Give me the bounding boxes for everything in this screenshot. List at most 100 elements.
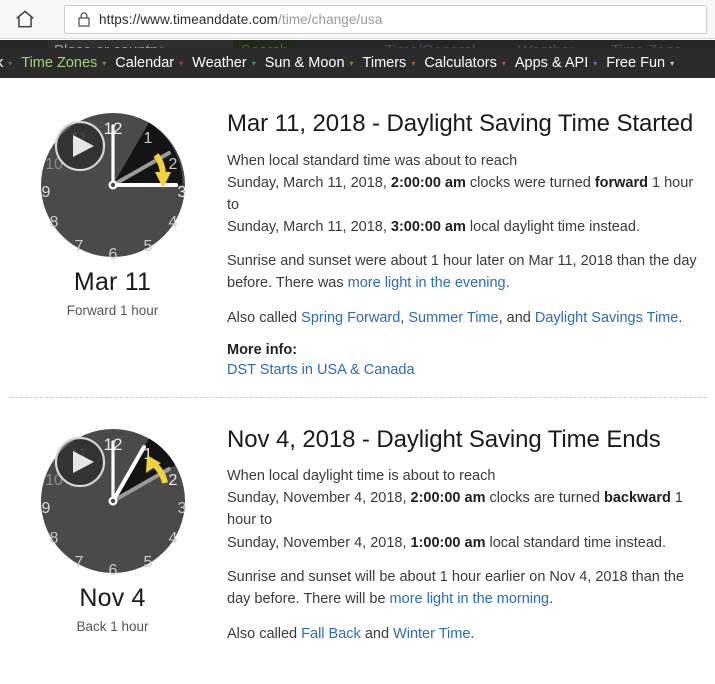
change-time-before: 2:00:00 am bbox=[410, 490, 486, 507]
browser-toolbar: https://www.timeanddate.com/time/change/… bbox=[0, 0, 715, 39]
chevron-down-icon[interactable]: ▾ bbox=[502, 60, 506, 68]
change-line-3-a: Sunday, November 4, 2018, bbox=[227, 534, 411, 551]
change-line-1: When local daylight time is about to rea… bbox=[227, 468, 496, 485]
clock-date-label: Nov 4 bbox=[79, 583, 146, 612]
nav-item-sun-moon[interactable]: Sun & Moon ▾ bbox=[265, 55, 354, 71]
nav-item-timers[interactable]: Timers ▾ bbox=[363, 55, 416, 71]
event-text-column: Mar 11, 2018 - Daylight Saving Time Star… bbox=[225, 82, 715, 379]
svg-text:6: 6 bbox=[108, 562, 117, 576]
nav-item-label: Time Zones bbox=[21, 55, 98, 71]
svg-text:2: 2 bbox=[168, 472, 177, 489]
nav-item-calculators[interactable]: Calculators ▾ bbox=[424, 55, 506, 71]
change-line-2-a: Sunday, March 11, 2018, bbox=[227, 174, 391, 191]
sunrise-period: . bbox=[549, 590, 554, 607]
sunrise-period: . bbox=[505, 274, 510, 291]
nav-item-free-fun[interactable]: Free Fun ▾ bbox=[606, 55, 674, 71]
link-alias-2[interactable]: Winter Time bbox=[393, 626, 470, 642]
svg-text:8: 8 bbox=[49, 530, 58, 547]
clock-date-label: Mar 11 bbox=[73, 268, 152, 296]
nav-item-label: k bbox=[0, 55, 8, 71]
dst-event-start: 12 1 2 3 4 5 6 7 8 9 10 11 bbox=[0, 82, 715, 379]
nav-item-time-zones[interactable]: Time Zones ▾ bbox=[21, 55, 106, 71]
url-path: /time/change/usa bbox=[278, 12, 383, 27]
aliases-period: . bbox=[678, 309, 683, 326]
nav-item-label: Timers bbox=[362, 55, 407, 71]
link-alias-1[interactable]: Spring Forward bbox=[301, 310, 400, 326]
svg-text:1: 1 bbox=[143, 130, 152, 147]
event-paragraph-aliases: Also called Spring Forward, Summer Time,… bbox=[227, 307, 703, 329]
url-host: https://www.timeanddate.com bbox=[99, 12, 279, 27]
svg-text:6: 6 bbox=[108, 246, 117, 260]
link-more-info[interactable]: DST Starts in USA & Canada bbox=[227, 362, 415, 378]
nav-item-k[interactable]: k▾ bbox=[0, 55, 12, 71]
change-line-2-c: clocks are turned bbox=[485, 490, 604, 507]
change-time-after: 3:00:00 am bbox=[390, 218, 466, 235]
event-title: Mar 11, 2018 - Daylight Saving Time Star… bbox=[227, 110, 694, 137]
url-text: https://www.timeanddate.com/time/change/… bbox=[95, 12, 382, 27]
chevron-down-icon[interactable]: ▾ bbox=[350, 60, 354, 68]
change-line-2-c: clocks were turned bbox=[465, 174, 595, 191]
clock-face-svg: 12 1 2 3 4 5 6 7 8 9 10 11 bbox=[40, 428, 186, 576]
svg-text:9: 9 bbox=[41, 184, 50, 201]
nav-item-calendar[interactable]: Calendar ▾ bbox=[115, 55, 183, 71]
aliases-sep-2: , and bbox=[498, 309, 535, 326]
svg-text:3: 3 bbox=[177, 184, 186, 201]
chevron-down-icon[interactable]: ▾ bbox=[179, 60, 183, 68]
change-line-3-c: local daylight time instead. bbox=[465, 218, 640, 235]
nav-item-label: Calendar bbox=[115, 55, 175, 71]
link-alias-1[interactable]: Fall Back bbox=[301, 626, 361, 642]
clock-sub-label: Forward 1 hour bbox=[66, 303, 159, 318]
aliases-sep-1: and bbox=[360, 625, 394, 642]
link-more-light[interactable]: more light in the evening bbox=[348, 275, 506, 291]
aliases-prefix: Also called bbox=[227, 625, 302, 642]
svg-text:4: 4 bbox=[168, 530, 177, 547]
chevron-down-icon[interactable]: ▾ bbox=[8, 60, 12, 68]
change-time-before: 2:00:00 am bbox=[390, 174, 466, 191]
link-alias-3[interactable]: Daylight Savings Time bbox=[535, 310, 678, 326]
event-paragraph-change: When local daylight time is about to rea… bbox=[227, 465, 703, 553]
svg-text:2: 2 bbox=[168, 156, 177, 173]
clock-column: 12 1 2 3 4 5 6 7 8 9 10 11 bbox=[0, 398, 225, 658]
aliases-period: . bbox=[470, 625, 475, 642]
nav-item-apps-api[interactable]: Apps & API ▾ bbox=[515, 55, 597, 71]
dst-event-end: 12 1 2 3 4 5 6 7 8 9 10 11 bbox=[0, 398, 715, 658]
aliases-prefix: Also called bbox=[227, 309, 302, 326]
more-info-heading: More info: bbox=[227, 341, 298, 358]
clock-face-svg: 12 1 2 3 4 5 6 7 8 9 10 11 bbox=[40, 113, 186, 260]
event-paragraph-sunrise: Sunrise and sunset will be about 1 hour … bbox=[227, 566, 703, 610]
event-paragraph-change: When local standard time was about to re… bbox=[227, 150, 703, 238]
home-button[interactable] bbox=[0, 0, 50, 39]
change-direction: backward bbox=[603, 490, 671, 507]
svg-text:7: 7 bbox=[74, 238, 83, 255]
nav-item-label: Sun & Moon bbox=[264, 55, 345, 71]
change-line-2-a: Sunday, November 4, 2018, bbox=[227, 490, 411, 507]
chevron-down-icon[interactable]: ▾ bbox=[670, 60, 674, 68]
link-more-light[interactable]: more light in the morning bbox=[390, 591, 550, 607]
main-navigation: k▾Time Zones▾Calendar▾Weather▾Sun & Moon… bbox=[0, 48, 715, 78]
nav-item-label: Apps & API bbox=[514, 55, 589, 71]
change-line-3-c: local standard time instead. bbox=[485, 534, 667, 551]
svg-text:3: 3 bbox=[177, 500, 186, 517]
event-paragraph-aliases: Also called Fall Back and Winter Time. bbox=[227, 623, 703, 645]
event-title: Nov 4, 2018 - Daylight Saving Time Ends bbox=[227, 425, 661, 453]
link-alias-2[interactable]: Summer Time bbox=[408, 310, 498, 326]
home-icon bbox=[14, 8, 36, 30]
nav-item-label: Free Fun bbox=[606, 55, 666, 71]
clock-sub-label: Back 1 hour bbox=[76, 618, 149, 634]
chevron-down-icon[interactable]: ▾ bbox=[252, 60, 256, 68]
nav-item-label: Weather bbox=[192, 55, 247, 71]
change-direction: forward bbox=[594, 174, 648, 191]
chevron-down-icon[interactable]: ▾ bbox=[102, 60, 106, 68]
clock-dst-end[interactable]: 12 1 2 3 4 5 6 7 8 9 10 11 bbox=[38, 426, 188, 576]
event-paragraph-sunrise: Sunrise and sunset were about 1 hour lat… bbox=[227, 250, 703, 294]
svg-text:5: 5 bbox=[143, 554, 152, 571]
change-line-1: When local standard time was about to re… bbox=[227, 152, 518, 169]
svg-text:8: 8 bbox=[49, 214, 58, 231]
chevron-down-icon[interactable]: ▾ bbox=[593, 60, 597, 68]
svg-text:4: 4 bbox=[168, 214, 177, 231]
clock-dst-start[interactable]: 12 1 2 3 4 5 6 7 8 9 10 11 bbox=[38, 110, 188, 260]
svg-text:9: 9 bbox=[41, 500, 50, 517]
chevron-down-icon[interactable]: ▾ bbox=[411, 60, 415, 68]
nav-item-weather[interactable]: Weather ▾ bbox=[192, 55, 256, 71]
address-bar[interactable]: https://www.timeanddate.com/time/change/… bbox=[64, 5, 707, 34]
